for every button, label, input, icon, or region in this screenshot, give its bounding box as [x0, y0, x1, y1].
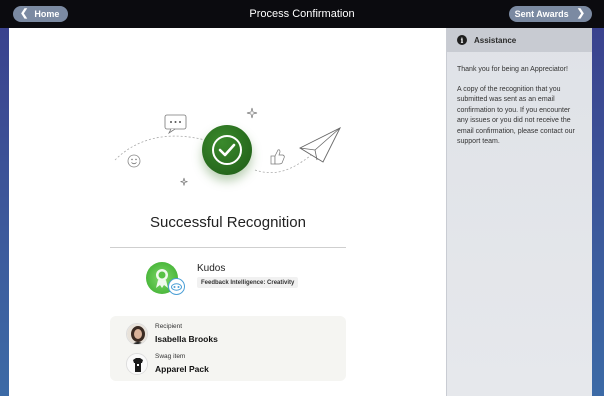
- smiley-icon: [127, 154, 141, 168]
- home-button[interactable]: ❮ Home: [13, 6, 68, 22]
- recipient-avatar: [126, 323, 148, 345]
- sparkle-small-icon: [180, 177, 188, 186]
- home-button-label: Home: [34, 9, 60, 19]
- chevron-left-icon: ❮: [20, 8, 29, 19]
- award-category-chip: Feedback Intelligence: Creativity: [197, 277, 299, 288]
- success-check-badge: [202, 125, 252, 175]
- checkmark-icon: [212, 135, 242, 165]
- swag-item-image: [126, 353, 148, 375]
- success-heading: Successful Recognition: [150, 214, 306, 231]
- sent-awards-button[interactable]: Sent Awards ❯: [509, 6, 592, 22]
- award-name: Kudos: [197, 263, 226, 274]
- dotted-path-left: [114, 135, 206, 161]
- swag-label: Swag item: [155, 353, 186, 360]
- recipient-label: Recipient: [155, 323, 183, 330]
- recipient-name: Isabella Brooks: [155, 334, 218, 344]
- assistance-header: i Assistance: [447, 28, 592, 52]
- divider: [110, 247, 346, 248]
- assistance-heading: Assistance: [474, 35, 517, 45]
- info-icon: i: [457, 35, 467, 45]
- thumbs-up-icon: [270, 149, 285, 165]
- assistance-message: A copy of the recognition that you submi…: [457, 85, 575, 146]
- paper-plane-icon: [299, 126, 342, 163]
- sent-awards-button-label: Sent Awards: [514, 9, 569, 19]
- assistance-thanks: Thank you for being an Appreciator!: [457, 66, 568, 73]
- sparkle-icon: [246, 107, 258, 119]
- swag-name: Apparel Pack: [155, 364, 209, 374]
- chat-bubble-icon: [164, 114, 187, 135]
- chevron-right-icon: ❯: [576, 8, 585, 19]
- recipient-card: [110, 316, 346, 381]
- kudos-badge-icon: [168, 278, 185, 295]
- assistance-sidebar: i Assistance Thank you for being an Appr…: [446, 28, 592, 396]
